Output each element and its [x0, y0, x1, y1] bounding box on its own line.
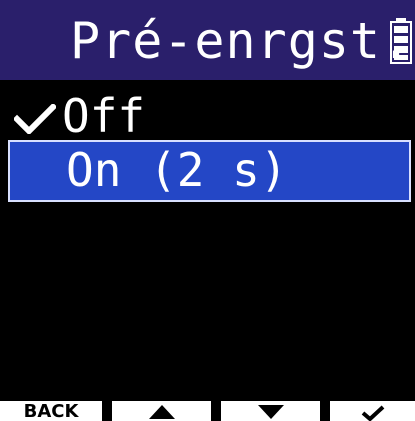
menu-item-on-2s[interactable]: On (2 s): [8, 140, 411, 202]
menu-item-label: Off: [62, 89, 146, 143]
title-bar: Pré-enrgst.: [0, 0, 415, 80]
battery-icon: [390, 18, 412, 64]
checkmark-icon: [14, 104, 56, 134]
triangle-down-icon: [257, 405, 284, 419]
menu-item-label: On (2 s): [66, 143, 288, 197]
triangle-up-icon: [148, 405, 175, 419]
checkmark-icon: [361, 405, 384, 421]
down-button[interactable]: [221, 401, 320, 421]
page-title: Pré-enrgst.: [70, 12, 413, 70]
softkey-bar: BACK: [0, 401, 415, 421]
menu-item-off[interactable]: Off: [0, 86, 415, 146]
back-button[interactable]: BACK: [0, 401, 102, 421]
device-screen: Pré-enrgst. Off On (2 s) BACK: [0, 0, 415, 421]
enter-button[interactable]: [330, 401, 415, 421]
back-button-label: BACK: [23, 401, 79, 421]
up-button[interactable]: [112, 401, 211, 421]
